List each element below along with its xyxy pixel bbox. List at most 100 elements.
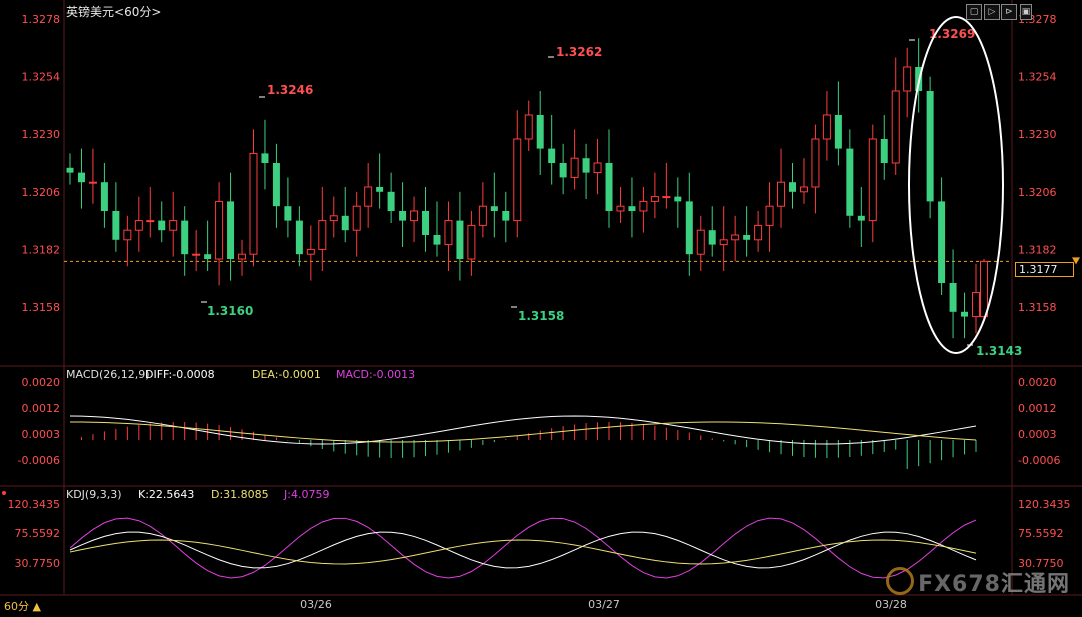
candle-body	[272, 163, 280, 207]
macd-diff: DIFF:-0.0008	[145, 368, 215, 381]
candle-body	[754, 224, 763, 241]
candle-body	[112, 211, 120, 240]
macd-tick-left: 0.0003	[22, 428, 61, 441]
candle-body	[559, 163, 567, 178]
candle-body	[868, 138, 877, 222]
candle-body	[961, 311, 969, 317]
chart-title: 英镑美元<60分>	[66, 3, 161, 20]
candle-body	[306, 248, 315, 255]
date-label: 03/26	[300, 598, 332, 611]
candle-body	[352, 205, 361, 231]
candle-body	[789, 182, 797, 192]
candle-body	[708, 230, 716, 245]
period-label[interactable]: <60分>	[114, 5, 161, 19]
price-tick-left: 1.3182	[22, 243, 61, 256]
candle-body	[857, 215, 865, 221]
candle-body	[100, 182, 108, 211]
macd-tick-left: -0.0006	[18, 454, 60, 467]
candle-body	[376, 187, 384, 192]
candle-body	[570, 157, 579, 178]
candle-body	[903, 66, 912, 92]
candle-body	[880, 139, 888, 163]
date-label: 03/28	[875, 598, 907, 611]
candle-body	[181, 220, 189, 255]
candle-body	[513, 138, 522, 222]
candle-body	[467, 224, 476, 260]
candle-body	[341, 215, 349, 231]
low-label: 1.3160	[207, 304, 253, 318]
candle-body	[834, 115, 842, 149]
candle-body	[158, 220, 166, 231]
candle-body	[731, 234, 740, 241]
candle-body	[77, 172, 85, 183]
price-tick-left: 1.3158	[22, 301, 61, 314]
panel-icon[interactable]: ▣	[1020, 4, 1032, 20]
price-chart[interactable]: 1.3278 1.32781.3254 1.32541.3230 1.32301.32…	[0, 0, 1082, 617]
candle-body	[456, 220, 464, 259]
current-price-tag: 1.3177	[1015, 262, 1074, 277]
candle-body	[433, 235, 441, 245]
candle-body	[926, 91, 934, 202]
high-label: 1.3246	[267, 83, 313, 97]
box-icon[interactable]: ▢	[966, 4, 982, 20]
kdj-tick-left: 75.5592	[15, 527, 61, 540]
macd-tick-left: 0.0020	[22, 376, 61, 389]
macd-tick-right: 0.0003	[1018, 428, 1057, 441]
candle-body	[123, 229, 132, 241]
candle-body	[846, 148, 854, 216]
candle-body	[696, 229, 705, 255]
timeframe-selector[interactable]: 60分 ▲	[4, 598, 41, 614]
candle-body	[444, 220, 453, 246]
kdj-k-line	[69, 531, 977, 569]
candle-body	[422, 211, 430, 235]
kdj-tick-left: 30.7750	[15, 557, 61, 570]
candle-body	[329, 215, 338, 222]
candle-body	[399, 211, 407, 221]
candle-body	[891, 90, 900, 164]
price-tick-right: 1.3206	[1018, 186, 1057, 199]
price-tick-left: 1.3254	[22, 71, 61, 84]
symbol-name: 英镑美元	[66, 5, 115, 19]
candle-body	[364, 186, 373, 207]
candle-body	[548, 148, 556, 163]
macd-diff-line	[69, 415, 977, 445]
watermark: FX678汇通网	[886, 566, 1070, 598]
candle-body	[650, 196, 659, 202]
candle-body	[215, 200, 224, 260]
kdj-tick-left: 120.3435	[8, 498, 61, 511]
kdj-j: J:4.0759	[283, 488, 329, 501]
next-icon[interactable]: ⊳	[1001, 4, 1017, 20]
candle-body	[478, 205, 487, 226]
kdj-j-line	[69, 517, 977, 579]
candle-body	[685, 201, 693, 255]
candle-body	[490, 206, 498, 211]
candle-body	[192, 253, 201, 256]
price-tick-right: 1.3182	[1018, 243, 1057, 256]
candle-body	[719, 239, 728, 246]
candle-body	[169, 220, 178, 231]
kdj-k: K:22.5643	[138, 488, 194, 501]
candle-body	[134, 220, 143, 231]
high-label: 1.3262	[556, 45, 602, 59]
price-tick-left: 1.3206	[22, 186, 61, 199]
candle-body	[822, 114, 831, 140]
candle-body	[743, 235, 751, 240]
candle-body	[674, 196, 682, 202]
candle-body	[410, 210, 419, 222]
low-label: 1.3158	[518, 309, 564, 323]
candle-body	[295, 220, 303, 255]
candle-body	[204, 254, 212, 259]
candle-body	[938, 201, 946, 283]
candle-body	[628, 206, 636, 211]
candle-body	[799, 186, 808, 193]
candle-body	[66, 167, 74, 173]
candle-body	[146, 220, 155, 223]
candle-body	[387, 191, 395, 211]
indicator-dot-icon	[2, 491, 6, 495]
macd-tick-right: 0.0012	[1018, 402, 1057, 415]
play-icon[interactable]: ▷	[984, 4, 1000, 20]
macd-dea: DEA:-0.0001	[252, 368, 321, 381]
fx678-logo-icon	[886, 567, 915, 595]
price-tick-right: 1.3230	[1018, 128, 1057, 141]
candle-body	[502, 211, 510, 221]
